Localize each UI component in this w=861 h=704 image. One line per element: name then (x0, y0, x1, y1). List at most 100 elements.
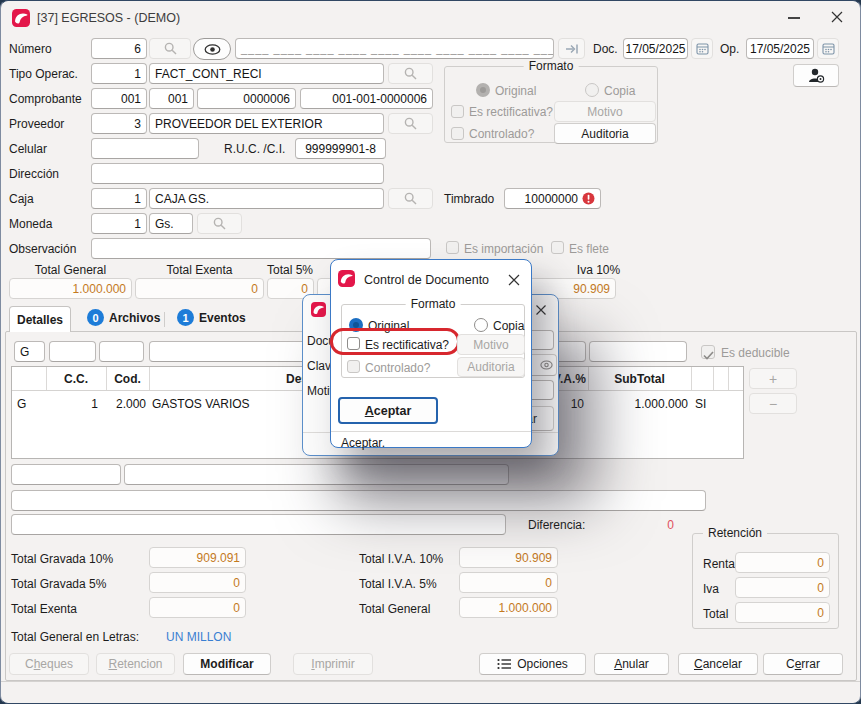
dialog-original-radio[interactable] (349, 318, 363, 332)
opciones-button[interactable]: Opciones (479, 653, 586, 675)
doc-calendar-button[interactable] (691, 38, 713, 59)
total-exenta-field: 0 (149, 597, 246, 618)
app-window: [37] EGRESOS - (DEMO) Número 6 ____ ____… (0, 0, 861, 704)
col-header-cod[interactable]: Cod. (106, 372, 149, 386)
close-button[interactable] (507, 273, 521, 287)
filter-field-cc[interactable] (49, 341, 96, 362)
total-iva10-label: Total I.V.A. 10% (359, 552, 443, 566)
moneda-desc-field[interactable]: Gs. (149, 213, 193, 234)
ruc-field[interactable]: 999999901-8 (295, 138, 386, 159)
comprobante-label: Comprobante (9, 92, 82, 106)
celular-label: Celular (9, 142, 47, 156)
total-exenta-label: Total Exenta (11, 602, 77, 616)
observacion-field[interactable] (91, 238, 431, 259)
doc-date-field[interactable]: 17/05/2025 (623, 38, 688, 59)
add-row-button[interactable]: + (749, 368, 797, 389)
total-5-top-label: Total 5% (257, 263, 323, 277)
moneda-code-field[interactable]: 1 (91, 213, 147, 234)
proveedor-search-button[interactable] (388, 113, 433, 134)
caja-search-button[interactable] (388, 188, 433, 209)
copia-radio[interactable] (585, 83, 599, 97)
imprimir-button[interactable]: Imprimir (293, 653, 373, 675)
timbrado-value: 10000000 (525, 192, 578, 206)
cancelar-button[interactable]: Cancelar (678, 653, 758, 675)
celular-field[interactable] (91, 138, 199, 159)
minimize-button[interactable] (788, 17, 800, 19)
original-radio[interactable] (476, 83, 490, 97)
dialog-motivo-button[interactable]: Motivo (457, 334, 525, 355)
col-header-cc[interactable]: C.C. (46, 372, 106, 386)
submit-arrow-button[interactable] (558, 38, 585, 59)
total-iva5-label: Total I.V.A. 5% (359, 577, 437, 591)
dialog-copia-radio[interactable] (474, 318, 488, 332)
es-flete-checkbox[interactable] (551, 241, 564, 254)
cheques-button[interactable]: Cheques (9, 653, 89, 675)
tab-archivos[interactable]: Archivos (109, 311, 160, 325)
search-icon (164, 42, 177, 55)
comprobante-field-2[interactable]: 001 (149, 88, 194, 109)
numero-search-button[interactable] (149, 38, 191, 59)
timbrado-field[interactable]: 10000000 (504, 188, 601, 209)
row-cod[interactable]: 2.000 (96, 397, 146, 411)
barcode-field[interactable]: ____ ____ ____ ____ ____ ____ ____ ____ … (235, 38, 554, 59)
detail-extra-field-4[interactable] (11, 514, 506, 535)
dialog-auditoria-button[interactable]: Auditoria (457, 357, 525, 377)
row-descripcion[interactable]: GASTOS VARIOS (152, 397, 250, 411)
calendar-icon (822, 42, 835, 55)
dialog-controlado-checkbox[interactable] (347, 360, 360, 373)
row-tipo[interactable]: G (17, 397, 26, 411)
total-gravada10-label: Total Gravada 10% (11, 552, 113, 566)
row-deducible[interactable]: SI (695, 397, 706, 411)
tab-eventos[interactable]: Eventos (199, 311, 246, 325)
list-icon (497, 658, 511, 670)
user-audit-button[interactable] (793, 64, 839, 87)
detail-extra-field-3[interactable] (11, 490, 706, 511)
op-date-field[interactable]: 17/05/2025 (746, 38, 814, 59)
preview-eye-button[interactable] (193, 38, 231, 60)
remove-row-button[interactable]: − (749, 393, 797, 414)
filter-field-cod[interactable] (99, 341, 144, 362)
dialog-separator (331, 431, 531, 432)
row-cc[interactable]: 1 (46, 397, 98, 411)
detail-extra-field-2[interactable] (124, 464, 509, 485)
motivo-button[interactable]: Motivo (554, 101, 656, 122)
proveedor-code-field[interactable]: 3 (91, 113, 147, 134)
dialog-copia-label: Copia (493, 319, 524, 333)
caja-desc-field[interactable]: CAJA GS. (149, 188, 384, 209)
filter-field-tipo[interactable]: G (14, 341, 45, 362)
es-importacion-label: Es importación (464, 242, 543, 256)
comprobante-field-3[interactable]: 0000006 (197, 88, 296, 109)
direccion-field[interactable] (91, 163, 384, 184)
row-subtotal[interactable]: 1.000.000 (588, 397, 688, 411)
es-deducible-checkbox[interactable] (701, 345, 715, 359)
es-importacion-checkbox[interactable] (446, 241, 459, 254)
filter-field-extra[interactable] (589, 341, 687, 362)
tipo-operac-search-button[interactable] (388, 63, 433, 84)
total-gravada10-field: 909.091 (149, 547, 246, 568)
close-button[interactable] (830, 10, 844, 24)
op-calendar-button[interactable] (817, 38, 839, 59)
es-rectificativa-checkbox[interactable] (451, 105, 464, 118)
modificar-button[interactable]: Modificar (183, 653, 271, 675)
auditoria-button[interactable]: Auditoria (554, 123, 656, 144)
tab-detalles[interactable]: Detalles (9, 306, 71, 332)
caja-code-field[interactable]: 1 (91, 188, 147, 209)
controlado-checkbox[interactable] (451, 127, 464, 140)
dialog-aceptar-button[interactable]: Aceptar (338, 397, 438, 424)
dialog-rectificativa-checkbox[interactable] (347, 337, 360, 350)
retencion-button[interactable]: Retencion (96, 653, 175, 675)
numero-field[interactable]: 6 (91, 38, 147, 59)
eye-icon (540, 360, 553, 370)
comprobante-field-1[interactable]: 001 (91, 88, 147, 109)
anular-button[interactable]: Anular (594, 653, 669, 675)
tipo-operac-code-field[interactable]: 1 (91, 63, 147, 84)
detail-extra-field-1[interactable] (11, 464, 121, 485)
proveedor-desc-field[interactable]: PROVEEDOR DEL EXTERIOR (149, 113, 384, 134)
tipo-operac-desc-field[interactable]: FACT_CONT_RECI (149, 63, 384, 84)
comprobante-field-4[interactable]: 001-001-0000006 (300, 88, 433, 109)
cerrar-button[interactable]: Cerrar (763, 653, 843, 675)
es-deducible-label: Es deducible (721, 346, 790, 360)
moneda-search-button[interactable] (197, 213, 242, 234)
close-button[interactable] (534, 303, 548, 317)
col-header-subtotal[interactable]: SubTotal (588, 372, 691, 386)
